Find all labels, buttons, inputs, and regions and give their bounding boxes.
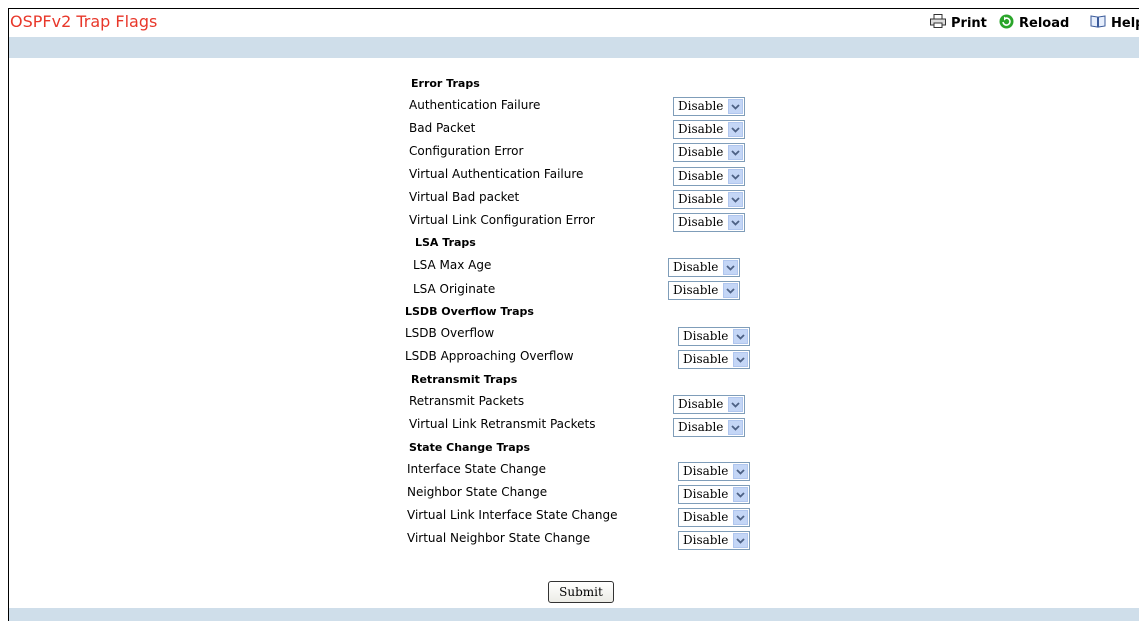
- book-icon: [1090, 14, 1106, 32]
- virtual-neighbor-state-change-select[interactable]: Disable: [678, 531, 750, 550]
- lsa-originate-label: LSA Originate: [413, 282, 496, 296]
- authentication-failure-label: Authentication Failure: [409, 98, 541, 112]
- virtual-link-retransmit-packets-select[interactable]: Disable: [673, 418, 745, 437]
- interface-state-change-select[interactable]: Disable: [678, 462, 750, 481]
- configuration-error-select[interactable]: Disable: [673, 143, 745, 162]
- virtual-link-interface-state-change-select[interactable]: Disable: [678, 508, 750, 527]
- chevron-down-icon: [733, 329, 748, 344]
- lsdb-approaching-overflow-select[interactable]: Disable: [678, 350, 750, 369]
- chevron-down-icon: [733, 352, 748, 367]
- lsdb-overflow-traps-header: LSDB Overflow Traps: [405, 305, 534, 318]
- reload-icon: [999, 14, 1014, 33]
- printer-icon: [930, 14, 946, 32]
- configuration-error-label: Configuration Error: [409, 144, 524, 158]
- help-label: Help: [1111, 15, 1139, 31]
- bad-packet-label: Bad Packet: [409, 121, 476, 135]
- chevron-down-icon: [733, 487, 748, 502]
- chevron-down-icon: [728, 192, 743, 207]
- chevron-down-icon: [728, 397, 743, 412]
- lsa-originate-select[interactable]: Disable: [668, 281, 740, 300]
- chevron-down-icon: [728, 420, 743, 435]
- error-traps-header: Error Traps: [411, 77, 480, 90]
- state-change-traps-header: State Change Traps: [409, 441, 531, 454]
- virtual-authentication-failure-select[interactable]: Disable: [673, 167, 745, 186]
- virtual-link-configuration-error-label: Virtual Link Configuration Error: [409, 213, 595, 227]
- neighbor-state-change-select[interactable]: Disable: [678, 485, 750, 504]
- virtual-authentication-failure-label: Virtual Authentication Failure: [409, 167, 584, 181]
- page-frame: OSPFv2 Trap Flags Print Reload Hel Error…: [8, 8, 1139, 621]
- virtual-link-configuration-error-select[interactable]: Disable: [673, 213, 745, 232]
- virtual-link-interface-state-change-label: Virtual Link Interface State Change: [407, 508, 618, 522]
- neighbor-state-change-label: Neighbor State Change: [407, 485, 548, 499]
- lsa-traps-header: LSA Traps: [415, 236, 476, 249]
- retransmit-traps-header: Retransmit Traps: [411, 373, 518, 386]
- chevron-down-icon: [728, 122, 743, 137]
- submit-button[interactable]: Submit: [548, 581, 614, 603]
- chevron-down-icon: [728, 99, 743, 114]
- chevron-down-icon: [723, 260, 738, 275]
- lsdb-approaching-overflow-label: LSDB Approaching Overflow: [405, 349, 574, 363]
- virtual-bad-packet-label: Virtual Bad packet: [409, 190, 520, 204]
- chevron-down-icon: [728, 215, 743, 230]
- lsa-max-age-label: LSA Max Age: [413, 258, 492, 272]
- header-band: [9, 37, 1139, 58]
- retransmit-packets-label: Retransmit Packets: [409, 394, 525, 408]
- authentication-failure-select[interactable]: Disable: [673, 97, 745, 116]
- chevron-down-icon: [723, 283, 738, 298]
- chevron-down-icon: [733, 510, 748, 525]
- reload-button[interactable]: Reload: [999, 14, 1069, 33]
- lsdb-overflow-label: LSDB Overflow: [405, 326, 495, 340]
- footer-band: [9, 608, 1139, 621]
- bad-packet-select[interactable]: Disable: [673, 120, 745, 139]
- virtual-neighbor-state-change-label: Virtual Neighbor State Change: [407, 531, 591, 545]
- lsa-max-age-select[interactable]: Disable: [668, 258, 740, 277]
- help-button[interactable]: Help: [1090, 14, 1139, 32]
- chevron-down-icon: [728, 169, 743, 184]
- lsdb-overflow-select[interactable]: Disable: [678, 327, 750, 346]
- virtual-bad-packet-select[interactable]: Disable: [673, 190, 745, 209]
- print-button[interactable]: Print: [930, 14, 987, 32]
- reload-label: Reload: [1019, 16, 1070, 31]
- chevron-down-icon: [728, 145, 743, 160]
- toolbar: Print Reload Help: [9, 14, 1139, 34]
- retransmit-packets-select[interactable]: Disable: [673, 395, 745, 414]
- print-label: Print: [951, 15, 987, 31]
- interface-state-change-label: Interface State Change: [407, 462, 547, 476]
- chevron-down-icon: [733, 464, 748, 479]
- chevron-down-icon: [733, 533, 748, 548]
- virtual-link-retransmit-packets-label: Virtual Link Retransmit Packets: [409, 417, 596, 431]
